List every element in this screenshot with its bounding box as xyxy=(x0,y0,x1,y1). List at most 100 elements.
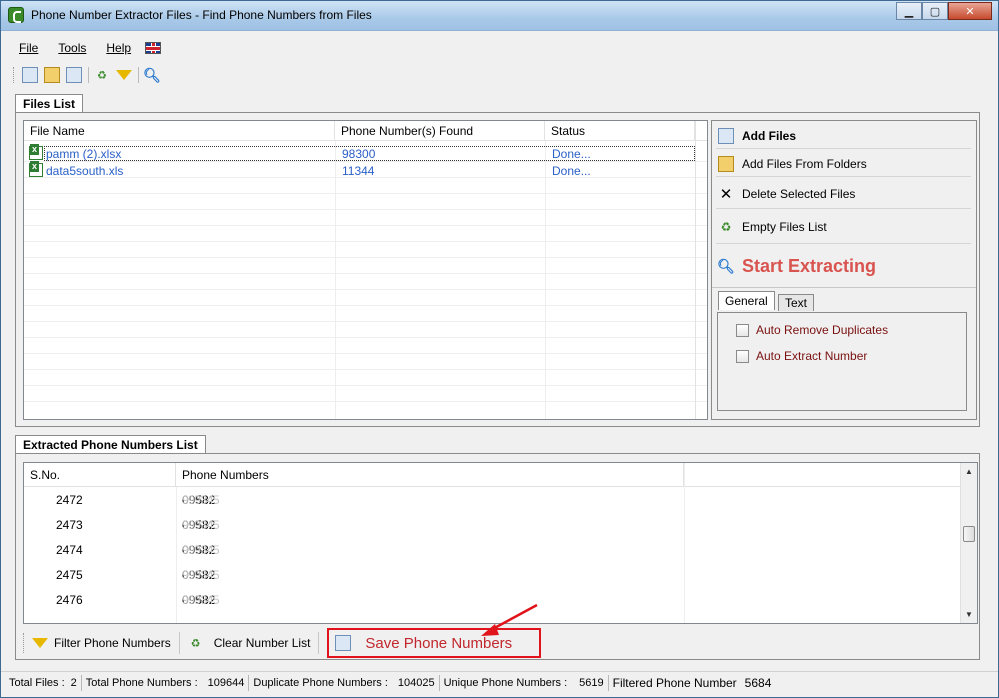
checkbox-box xyxy=(736,349,749,363)
filter-label: Filter Phone Numbers xyxy=(54,636,171,650)
total-numbers-value: 109644 xyxy=(207,676,245,689)
start-extracting-button[interactable]: 🔍︎ Start Extracting xyxy=(716,246,971,286)
serial-no: 2474 xyxy=(56,543,83,557)
serial-no: 2473 xyxy=(56,518,83,532)
add-folders-label: Add Files From Folders xyxy=(742,156,867,171)
auto-remove-duplicates-label: Auto Remove Duplicates xyxy=(756,323,889,337)
app-window: Phone Number Extractor Files - Find Phon… xyxy=(0,0,999,698)
menu-file[interactable]: File xyxy=(9,39,48,57)
separator xyxy=(318,632,320,654)
folder-icon xyxy=(718,155,734,172)
annotation-arrow-icon xyxy=(481,603,538,636)
empty-list-label: Empty Files List xyxy=(742,220,827,234)
column-status[interactable]: Status xyxy=(545,121,695,141)
toolbar-separator xyxy=(138,67,139,83)
column-phone-numbers[interactable]: Phone Numbers xyxy=(176,463,684,487)
title-bar[interactable]: Phone Number Extractor Files - Find Phon… xyxy=(1,1,998,31)
separator xyxy=(80,674,82,691)
window-controls: ▁ ▢ ✕ xyxy=(896,2,992,20)
menu-tools[interactable]: Tools xyxy=(48,39,96,57)
serial-no: 2472 xyxy=(56,493,83,507)
scrollbar-thumb[interactable] xyxy=(963,526,975,542)
delete-icon[interactable] xyxy=(66,67,82,83)
toolbar-grip[interactable] xyxy=(13,67,16,83)
scroll-up-icon[interactable]: ▲ xyxy=(961,463,977,480)
add-files-icon[interactable] xyxy=(22,67,38,83)
menu-tools-label: Tools xyxy=(58,41,87,55)
unique-numbers-value: 5619 xyxy=(579,676,604,689)
menu-help-label: Help xyxy=(106,41,132,55)
table-row[interactable]: 2474 09582 999345 xyxy=(24,538,977,563)
minimize-button[interactable]: ▁ xyxy=(896,2,922,20)
add-folders-button[interactable]: Add Files From Folders xyxy=(716,151,971,177)
add-folder-icon[interactable] xyxy=(44,67,60,83)
recycle-icon: ♻ xyxy=(720,220,732,234)
filter-icon[interactable] xyxy=(116,67,132,83)
options-panel: Auto Remove Duplicates Auto Extract Numb… xyxy=(717,312,967,411)
excel-file-icon xyxy=(29,161,43,177)
numbers-table-header: S.No. Phone Numbers xyxy=(24,463,977,487)
menu-file-label: File xyxy=(19,41,39,55)
excel-file-icon xyxy=(29,144,43,160)
duplicate-numbers-value: 104025 xyxy=(397,676,435,689)
status-bar: Total Files : 2 Total Phone Numbers : 10… xyxy=(1,671,998,693)
total-files-label: Total Files : xyxy=(9,676,65,689)
auto-extract-number-checkbox[interactable]: Auto Extract Number xyxy=(736,349,867,363)
filter-icon xyxy=(32,635,48,651)
delete-selected-button[interactable]: ✕ Delete Selected Files xyxy=(716,179,971,209)
column-numbers-found[interactable]: Phone Number(s) Found xyxy=(335,121,545,141)
row-focus-outline xyxy=(44,146,695,161)
table-row[interactable]: 2472 09582 999345 xyxy=(24,488,977,513)
separator xyxy=(248,674,250,691)
table-row[interactable]: 2475 09582 999345 xyxy=(24,563,977,588)
toolbar-separator xyxy=(88,67,89,83)
filtered-number-value: 5684 xyxy=(744,675,772,690)
filtered-number-label: Filtered Phone Number xyxy=(612,675,737,690)
scroll-down-icon[interactable]: ▼ xyxy=(961,606,977,623)
uk-flag-icon[interactable] xyxy=(145,42,162,54)
empty-files-list-button[interactable]: ♻ Empty Files List xyxy=(716,211,971,244)
delete-selected-label: Delete Selected Files xyxy=(742,186,856,201)
table-row[interactable]: 2473 09582 999345 xyxy=(24,513,977,538)
numbers-found: 11344 xyxy=(342,164,375,178)
unique-numbers-label: Unique Phone Numbers : xyxy=(443,676,568,689)
close-button[interactable]: ✕ xyxy=(948,2,992,20)
start-extracting-label: Start Extracting xyxy=(742,255,877,276)
separator xyxy=(178,632,180,654)
serial-no: 2476 xyxy=(56,593,83,607)
table-row[interactable]: data5south.xls 11344 Done... xyxy=(24,161,707,179)
tab-extracted-numbers[interactable]: Extracted Phone Numbers List xyxy=(15,435,206,454)
total-files-value: 2 xyxy=(70,676,77,689)
window-title: Phone Number Extractor Files - Find Phon… xyxy=(31,8,372,22)
serial-no: 2475 xyxy=(56,568,83,582)
toolbar-grip xyxy=(23,633,26,653)
close-x-icon: ✕ xyxy=(719,185,733,203)
maximize-button[interactable]: ▢ xyxy=(922,2,948,20)
save-file-icon xyxy=(335,635,352,651)
menu-bar: File Tools Help xyxy=(9,39,162,57)
separator xyxy=(438,674,440,691)
add-files-icon xyxy=(718,127,734,144)
search-icon[interactable]: 🔍︎ xyxy=(143,67,161,83)
numbers-table[interactable]: S.No. Phone Numbers 2472 09582 999345 247… xyxy=(23,462,978,624)
filter-phone-numbers-button[interactable]: Filter Phone Numbers xyxy=(32,631,171,655)
separator xyxy=(607,674,609,691)
magnifier-icon: 🔍︎ xyxy=(717,257,735,274)
files-table[interactable]: File Name Phone Number(s) Found Status p… xyxy=(23,120,708,420)
duplicate-numbers-label: Duplicate Phone Numbers : xyxy=(253,676,388,689)
column-file-name[interactable]: File Name xyxy=(24,121,335,141)
vertical-scrollbar[interactable]: ▲ ▼ xyxy=(960,463,977,623)
add-files-label: Add Files xyxy=(742,128,797,143)
auto-remove-duplicates-checkbox[interactable]: Auto Remove Duplicates xyxy=(736,323,888,337)
tab-general[interactable]: General xyxy=(718,291,775,310)
checkbox-box xyxy=(736,323,749,337)
add-files-button[interactable]: Add Files xyxy=(716,123,971,149)
file-status: Done... xyxy=(552,164,591,178)
clear-number-list-button[interactable]: ♻ Clear Number List xyxy=(188,631,311,655)
empty-list-icon[interactable]: ♻ xyxy=(94,67,110,83)
tab-files-list[interactable]: Files List xyxy=(15,94,84,113)
menu-help[interactable]: Help xyxy=(96,39,141,57)
total-numbers-label: Total Phone Numbers : xyxy=(85,676,198,689)
tab-text[interactable]: Text xyxy=(778,294,815,311)
column-serial-no[interactable]: S.No. xyxy=(24,463,176,487)
